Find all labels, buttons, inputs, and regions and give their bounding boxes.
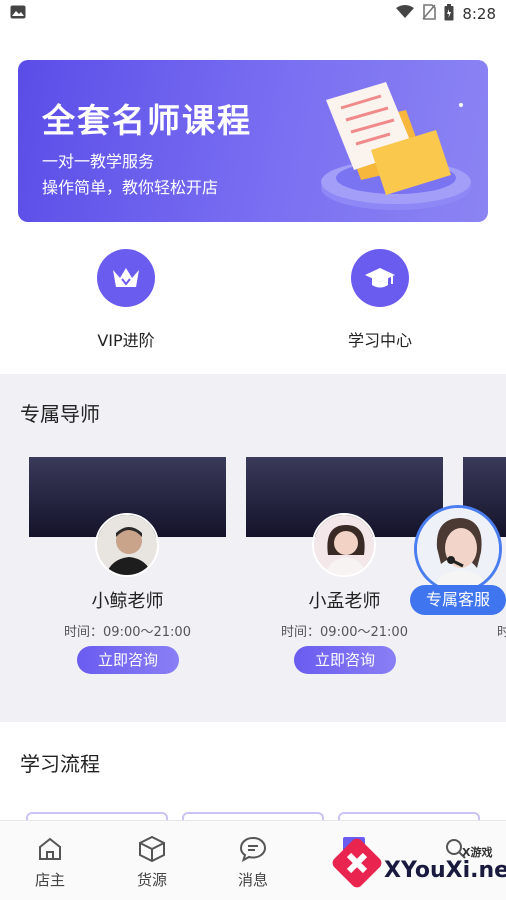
tab-label: 店主 bbox=[34, 871, 65, 889]
site-watermark: X游戏 XYouXi.net bbox=[332, 830, 506, 892]
crown-icon bbox=[97, 249, 155, 307]
tab-label: 货源 bbox=[136, 871, 167, 889]
mentor-time: 时间：09:00～21:00 bbox=[64, 625, 191, 640]
nav-learning-label: 学习中心 bbox=[347, 331, 412, 350]
consult-button[interactable]: 立即咨询 bbox=[77, 646, 179, 674]
section-title: 学习流程 bbox=[20, 752, 100, 776]
home-icon bbox=[10, 833, 90, 865]
tab-shopkeeper[interactable]: 店主 bbox=[10, 833, 90, 890]
customer-service-button[interactable]: 专属客服 bbox=[410, 505, 506, 615]
section-title: 专属导师 bbox=[20, 402, 100, 426]
learning-flow-section: 学习流程 bbox=[0, 722, 506, 826]
mentor-name: 小鲸老师 bbox=[91, 591, 164, 612]
graduation-cap-icon bbox=[351, 249, 409, 307]
banner-title: 全套名师课程 bbox=[42, 101, 252, 140]
tab-label: 消息 bbox=[237, 871, 268, 889]
wifi-icon bbox=[396, 5, 415, 23]
nav-learning[interactable]: 学习中心 bbox=[300, 249, 460, 351]
banner-subtitle: 操作简单，教你轻松开店 bbox=[42, 178, 219, 197]
avatar bbox=[95, 513, 159, 577]
nav-vip-label: VIP进阶 bbox=[97, 331, 155, 350]
status-bar: 8:28 bbox=[0, 0, 506, 28]
avatar bbox=[312, 513, 376, 577]
battery-icon bbox=[444, 3, 454, 25]
consult-button[interactable]: 立即咨询 bbox=[294, 646, 396, 674]
watermark-logo-icon bbox=[332, 838, 382, 888]
no-sim-icon bbox=[422, 4, 437, 24]
banner-subtitle: 一对一教学服务 bbox=[42, 152, 155, 171]
mentor-time: 时 bbox=[497, 625, 506, 640]
headset-agent-icon bbox=[414, 505, 502, 593]
watermark-text: XYouXi.net bbox=[384, 858, 506, 883]
tab-supply[interactable]: 货源 bbox=[112, 833, 192, 890]
gallery-icon bbox=[10, 5, 396, 23]
clock-time: 8:28 bbox=[462, 5, 496, 23]
mentor-card[interactable]: 小鲸老师 时间：09:00～21:00 立即咨询 bbox=[29, 457, 226, 687]
box-icon bbox=[112, 833, 192, 865]
mentor-time: 时间：09:00～21:00 bbox=[281, 625, 408, 640]
customer-service-label: 专属客服 bbox=[410, 585, 506, 615]
course-illustration bbox=[321, 82, 471, 210]
nav-vip[interactable]: VIP进阶 bbox=[46, 249, 206, 351]
tab-messages[interactable]: 消息 bbox=[213, 833, 293, 890]
course-banner[interactable]: 全套名师课程 一对一教学服务 操作简单，教你轻松开店 bbox=[18, 60, 488, 222]
chat-icon bbox=[213, 833, 293, 865]
